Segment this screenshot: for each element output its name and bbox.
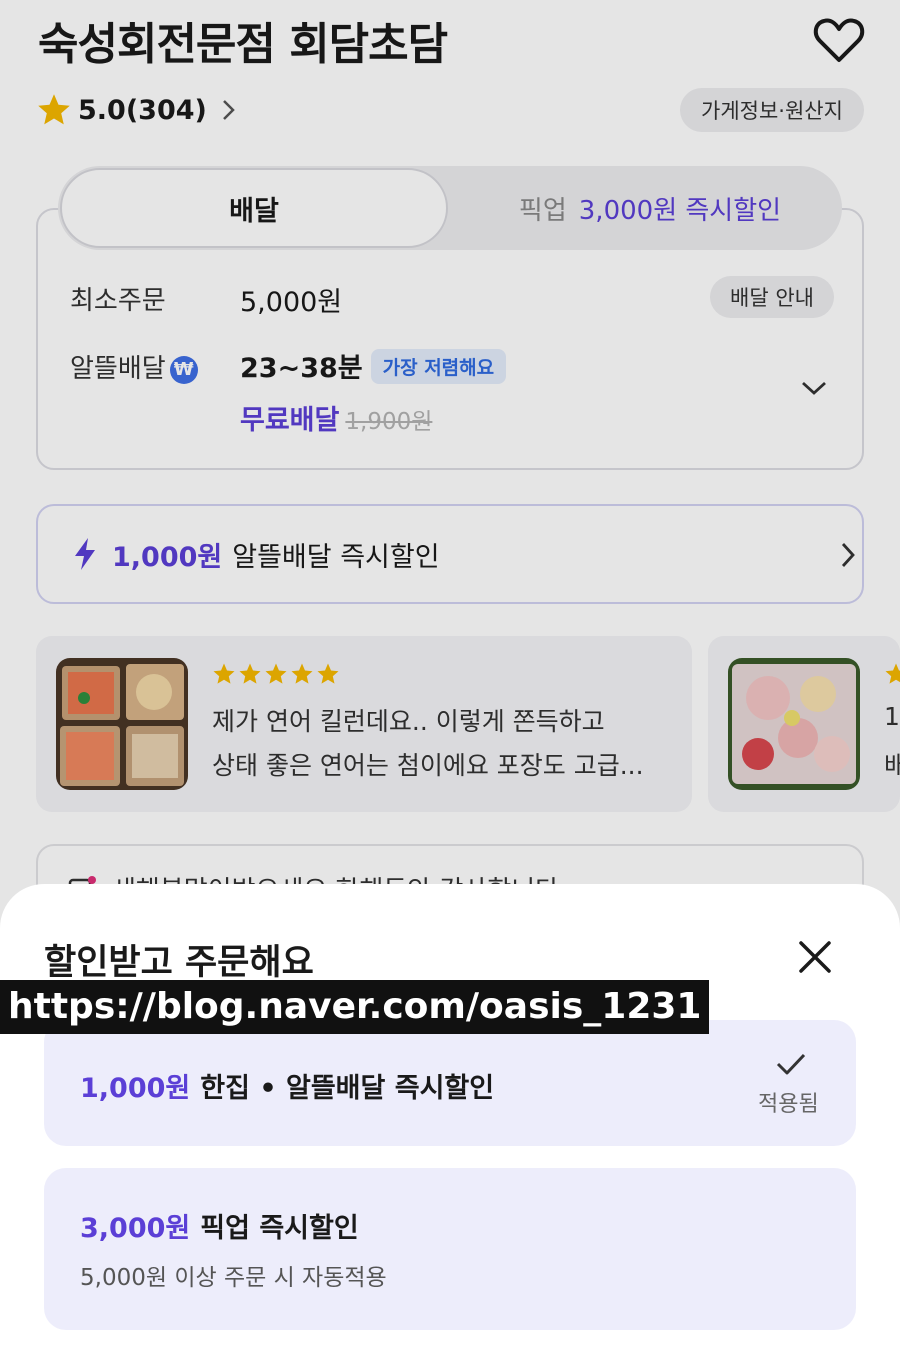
option-amount: 3,000원: [80, 1213, 191, 1244]
blog-watermark: https://blog.naver.com/oasis_1231: [0, 980, 710, 1034]
check-icon: [776, 1053, 806, 1075]
option-title: 3,000원 픽업 즉시할인: [80, 1206, 359, 1245]
discount-option-delivery[interactable]: 1,000원 한집 • 알뜰배달 즉시할인 적용됨: [44, 1020, 856, 1146]
option-condition: 5,000원 이상 주문 시 자동적용: [80, 1265, 387, 1291]
option-label: 픽업 즉시할인: [200, 1213, 359, 1244]
discount-option-pickup[interactable]: 3,000원 픽업 즉시할인 5,000원 이상 주문 시 자동적용: [44, 1168, 856, 1330]
applied-status: 적용됨: [758, 1092, 819, 1117]
option-label: 한집 • 알뜰배달 즉시할인: [200, 1073, 495, 1104]
option-title: 1,000원 한집 • 알뜰배달 즉시할인: [80, 1066, 494, 1105]
close-icon[interactable]: [790, 932, 840, 982]
sheet-title: 할인받고 주문해요: [44, 943, 314, 983]
option-amount: 1,000원: [80, 1073, 191, 1104]
